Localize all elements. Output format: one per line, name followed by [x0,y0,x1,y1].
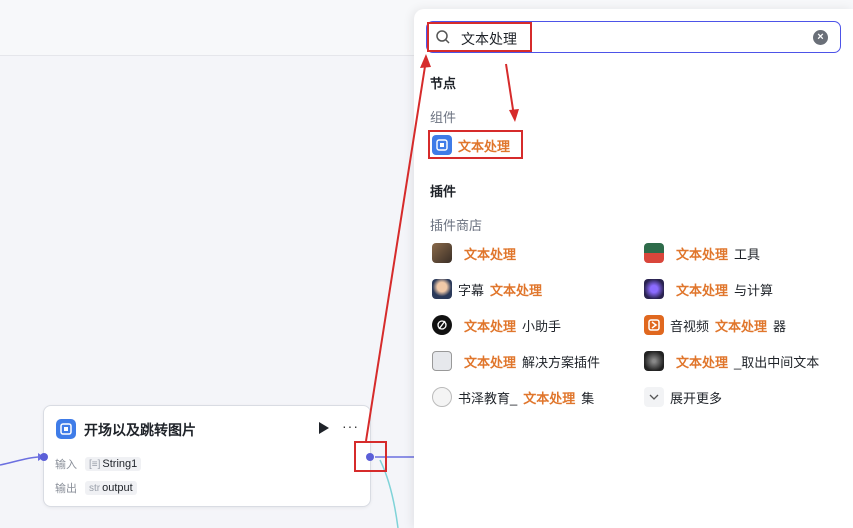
plugin-icon [644,243,664,263]
more-options-button[interactable]: ··· [342,418,359,434]
annotation-box-component [428,130,523,159]
plugin-item[interactable]: 书泽教育_ 文本处理集 [432,387,594,407]
plugin-icon [432,351,452,371]
plugin-item[interactable]: 音视频 文本处理器 [644,315,786,335]
component-icon [56,419,76,439]
plugin-icon [644,279,664,299]
section-component-heading: 组件 [430,110,457,125]
show-more-label: 展开更多 [670,390,723,406]
node-output-row: 输出 str output [55,480,137,496]
section-plugins-heading: 插件 [430,184,457,199]
array-type-icon: [≡] [89,458,101,470]
node-search-panel: 文本处理 × 节点 组件 文本处理 插件 插件商店 文本处理 文本处理 工具 字幕… [414,9,853,528]
output-chip: str output [85,481,137,495]
output-label: 输出 [55,483,77,495]
input-chip: [≡] String1 [85,457,142,471]
plugin-item[interactable]: 字幕 文本处理 [432,279,548,299]
input-value: String1 [102,458,138,470]
input-label: 输入 [55,459,77,471]
plugin-icon [432,243,452,263]
plugin-item[interactable]: 文本处理 与计算 [644,279,773,299]
plugin-icon [432,387,452,407]
node-title: 开场以及跳转图片 [84,422,196,438]
node-input-port[interactable] [40,453,48,461]
plugin-icon [644,351,664,371]
plugin-icon [644,315,664,335]
plugin-icon [432,315,452,335]
show-more-button[interactable]: 展开更多 [644,387,722,407]
annotation-box-port [354,441,387,472]
play-icon[interactable] [319,421,329,439]
plugin-item[interactable]: 文本处理 小助手 [432,315,561,335]
output-value: output [102,482,133,494]
plugin-item[interactable]: 文本处理 解决方案插件 [432,351,600,371]
workflow-node-card[interactable]: 开场以及跳转图片 ··· 输入 [≡] String1 输出 str outpu… [43,405,371,507]
clear-icon[interactable]: × [813,30,828,45]
node-input-row: 输入 [≡] String1 [55,456,142,472]
plugin-item[interactable]: 文本处理 _取出中间文本 [644,351,819,371]
output-type: str [89,482,101,494]
plugin-item[interactable]: 文本处理 工具 [644,243,760,263]
section-plugin-store-heading: 插件商店 [430,218,483,233]
chevron-down-icon [644,387,664,407]
section-nodes-heading: 节点 [430,76,457,91]
annotation-box-search [427,22,532,52]
plugin-icon [432,279,452,299]
plugin-item[interactable]: 文本处理 [432,243,522,263]
